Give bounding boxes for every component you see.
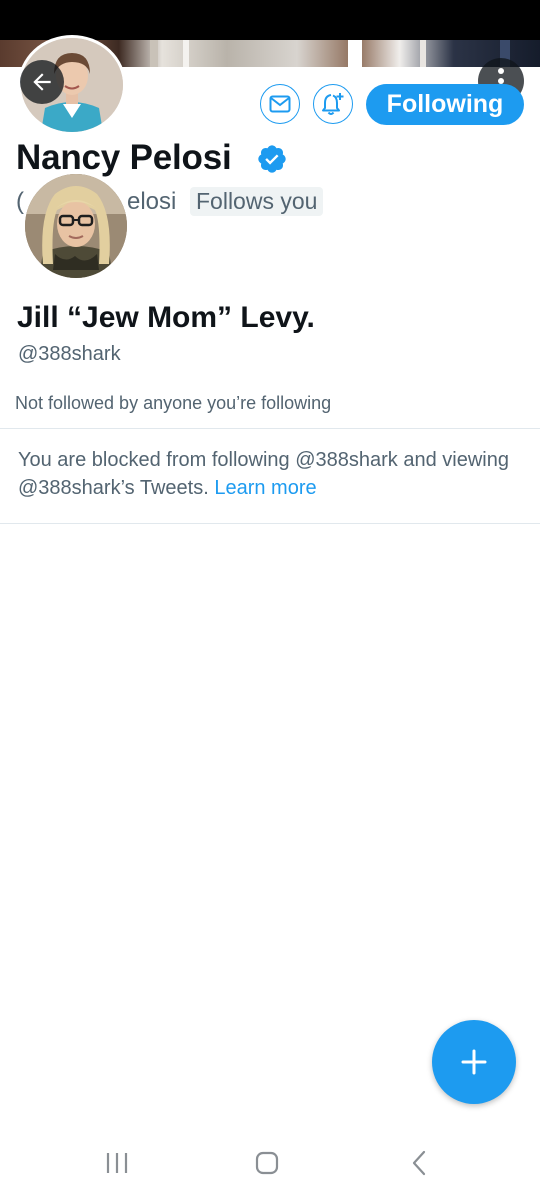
recent-apps-button[interactable] bbox=[100, 1148, 134, 1178]
divider bbox=[0, 428, 540, 429]
recent-apps-icon bbox=[106, 1153, 128, 1173]
home-button[interactable] bbox=[252, 1148, 282, 1178]
home-icon bbox=[255, 1151, 279, 1175]
plus-icon bbox=[461, 1049, 487, 1075]
message-button[interactable] bbox=[260, 84, 300, 124]
blocked-account-avatar[interactable] bbox=[23, 172, 129, 280]
profile-handle-right: elosi bbox=[127, 188, 177, 215]
bell-plus-icon bbox=[322, 93, 344, 115]
follows-you-badge: Follows you bbox=[190, 187, 324, 216]
blocked-account-handle: @388shark bbox=[18, 343, 121, 365]
status-bar bbox=[0, 0, 540, 40]
notifications-button[interactable] bbox=[313, 84, 353, 124]
arrow-left-icon bbox=[33, 73, 51, 91]
system-navigation-bar bbox=[0, 1130, 540, 1200]
following-button[interactable]: Following bbox=[366, 84, 524, 125]
back-button[interactable] bbox=[20, 60, 64, 104]
profile-name: Nancy Pelosi bbox=[16, 138, 232, 177]
system-back-button[interactable] bbox=[404, 1148, 434, 1178]
blocked-message: You are blocked from following @388shark… bbox=[18, 446, 518, 502]
mutual-followers-text: Not followed by anyone you’re following bbox=[15, 393, 332, 413]
learn-more-link[interactable]: Learn more bbox=[214, 477, 316, 499]
divider bbox=[0, 523, 540, 524]
verified-badge-icon bbox=[258, 145, 286, 173]
compose-button[interactable] bbox=[432, 1020, 516, 1104]
profile-handle-left: ( bbox=[16, 188, 24, 215]
envelope-icon bbox=[269, 95, 291, 113]
blocked-account-name: Jill “Jew Mom” Levy. bbox=[17, 301, 315, 334]
chevron-left-icon bbox=[412, 1150, 426, 1176]
